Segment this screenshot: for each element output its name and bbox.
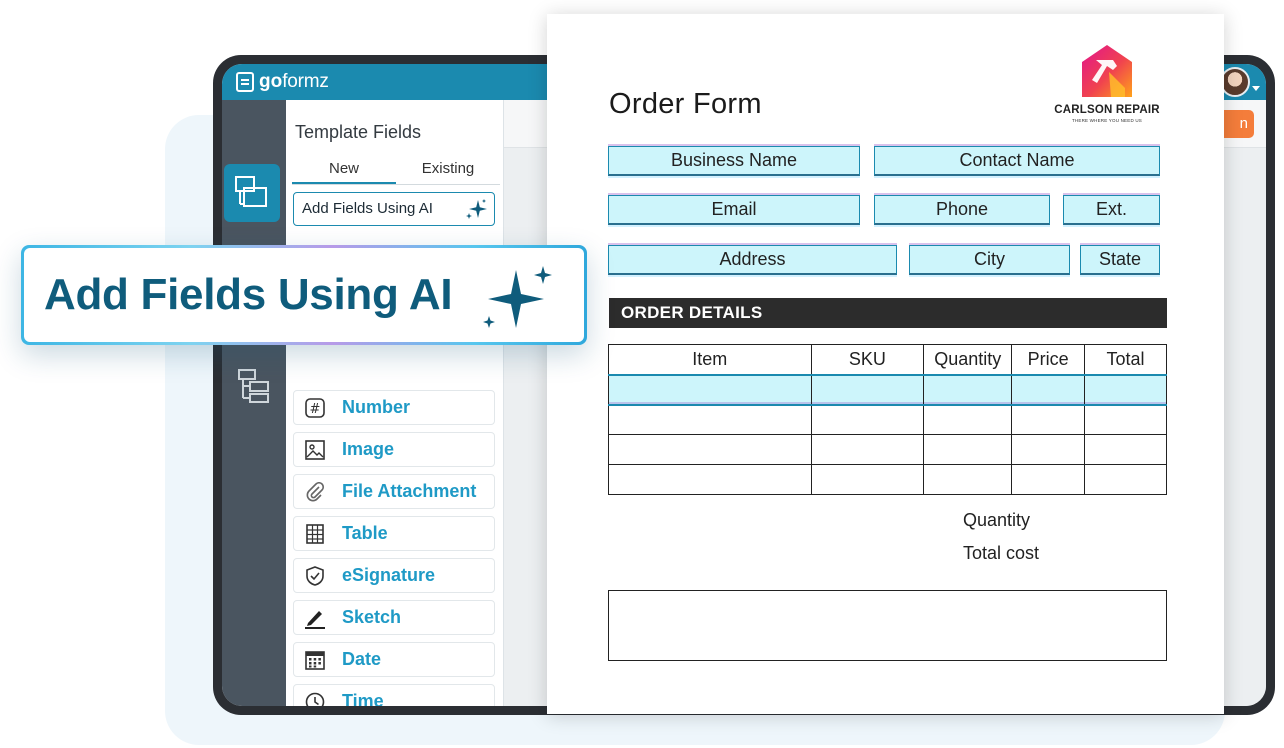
table-cell[interactable]: [923, 404, 1013, 435]
table-cell[interactable]: [923, 373, 1013, 406]
stage: goformz n Template Fields New Existing A…: [0, 0, 1284, 748]
image-icon: [304, 440, 326, 460]
state-field[interactable]: State: [1080, 245, 1160, 275]
field-label: File Attachment: [342, 481, 477, 501]
field-label: Date: [342, 649, 382, 669]
notes-box[interactable]: [608, 590, 1167, 661]
order-table: Item SKU Quantity Price Total: [608, 344, 1167, 495]
house-hammer-icon: [1082, 45, 1132, 97]
field-table[interactable]: Table: [293, 516, 495, 551]
table-cell[interactable]: [1084, 404, 1167, 435]
table-row[interactable]: [608, 373, 1167, 406]
ai-callout-label: Add Fields Using AI: [44, 270, 453, 319]
table-cell[interactable]: [1084, 434, 1167, 465]
field-label: Image: [342, 439, 395, 459]
template-icon[interactable]: [224, 164, 280, 222]
table-icon: [304, 524, 326, 544]
table-cell[interactable]: [1011, 434, 1086, 465]
brand-tagline: THERE WHERE YOU NEED US: [1071, 118, 1143, 123]
table-cell[interactable]: [608, 434, 812, 465]
brand-logo: CARLSON REPAIR THERE WHERE YOU NEED US: [1047, 42, 1167, 130]
ai-callout-panel[interactable]: Add Fields Using AI: [24, 248, 584, 342]
table-cell[interactable]: [923, 464, 1013, 495]
logo-text: goformz: [259, 71, 329, 92]
sparkle-icon: [466, 199, 487, 219]
field-label: Number: [342, 397, 411, 417]
column-header-quantity: Quantity: [923, 344, 1013, 375]
table-cell[interactable]: [923, 434, 1013, 465]
table-row[interactable]: [608, 464, 1167, 495]
panel-title: Template Fields: [295, 122, 422, 142]
order-details-header: ORDER DETAILS: [609, 298, 1167, 328]
pen-icon: [304, 608, 326, 629]
field-tabs: New Existing: [292, 154, 500, 184]
table-cell[interactable]: [1011, 404, 1086, 435]
goformz-logo[interactable]: goformz: [236, 71, 329, 93]
table-cell[interactable]: [1084, 464, 1167, 495]
quantity-label: Quantity: [963, 510, 1031, 530]
field-label: Sketch: [342, 607, 402, 627]
table-row[interactable]: [608, 434, 1167, 465]
table-header-row: Item SKU Quantity Price Total: [608, 344, 1167, 375]
user-avatar[interactable]: [1220, 67, 1250, 97]
field-file-attachment[interactable]: File Attachment: [293, 474, 495, 509]
svg-text:#: #: [310, 402, 321, 417]
hash-icon: #: [304, 398, 326, 418]
brand-name: CARLSON REPAIR: [1054, 104, 1160, 116]
workflow-icon[interactable]: [222, 356, 286, 414]
table-cell[interactable]: [608, 373, 812, 406]
tab-existing[interactable]: Existing: [396, 154, 500, 184]
table-cell[interactable]: [1011, 464, 1086, 495]
field-image[interactable]: Image: [293, 432, 495, 467]
field-sketch[interactable]: Sketch: [293, 600, 495, 635]
table-cell[interactable]: [810, 434, 925, 465]
clock-icon: [304, 692, 326, 706]
table-row[interactable]: [608, 404, 1167, 435]
email-field[interactable]: Email: [608, 195, 860, 225]
field-label: Table: [342, 523, 388, 543]
field-number[interactable]: # Number: [293, 390, 495, 425]
column-header-total: Total: [1084, 344, 1167, 375]
column-header-item: Item: [608, 344, 812, 375]
clipboard-logo-icon: [236, 72, 254, 92]
template-fields-panel: Template Fields New Existing Add Fields …: [286, 100, 504, 706]
table-cell[interactable]: [810, 373, 925, 406]
sparkle-icon: [483, 266, 552, 328]
add-fields-ai-label: Add Fields Using AI: [302, 200, 433, 217]
column-header-sku: SKU: [810, 344, 925, 375]
phone-field[interactable]: Phone: [874, 195, 1050, 225]
table-cell[interactable]: [810, 404, 925, 435]
total-cost-label: Total cost: [963, 543, 1040, 563]
icon-rail: [222, 100, 286, 706]
ext-field[interactable]: Ext.: [1063, 195, 1160, 225]
calendar-icon: [304, 650, 326, 670]
field-time[interactable]: Time: [293, 684, 495, 706]
ai-callout: Add Fields Using AI: [21, 245, 587, 345]
contact-name-field[interactable]: Contact Name: [874, 146, 1160, 176]
table-cell[interactable]: [1084, 373, 1167, 406]
table-cell[interactable]: [608, 404, 812, 435]
field-date[interactable]: Date: [293, 642, 495, 677]
paperclip-icon: [304, 482, 326, 502]
field-esignature[interactable]: eSignature: [293, 558, 495, 593]
address-field[interactable]: Address: [608, 245, 897, 275]
tab-new[interactable]: New: [292, 154, 396, 184]
table-cell[interactable]: [608, 464, 812, 495]
city-field[interactable]: City: [909, 245, 1070, 275]
table-cell[interactable]: [1011, 373, 1086, 406]
order-form-document: Order Form CARLSON REPAIR THERE WHERE YO…: [547, 14, 1224, 714]
tabs-divider: [292, 184, 500, 185]
form-title: Order Form: [609, 88, 762, 120]
column-header-price: Price: [1011, 344, 1086, 375]
add-fields-ai-button[interactable]: Add Fields Using AI: [293, 192, 495, 226]
field-label: eSignature: [342, 565, 436, 585]
business-name-field[interactable]: Business Name: [608, 146, 860, 176]
caret-down-icon[interactable]: [1252, 86, 1260, 91]
table-cell[interactable]: [810, 464, 925, 495]
shield-check-icon: [304, 566, 326, 586]
field-label: Time: [342, 691, 384, 706]
